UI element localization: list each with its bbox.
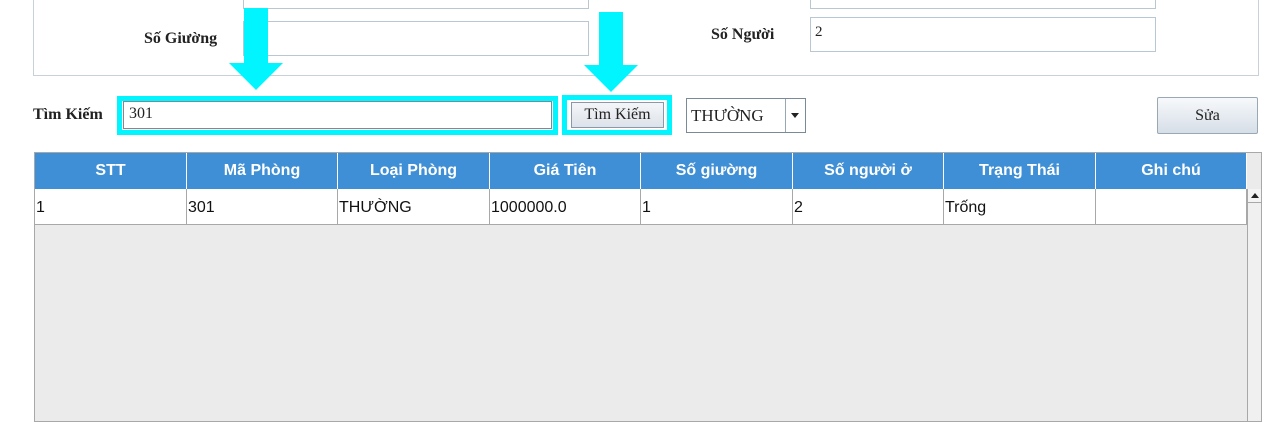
column-header-so-nguoi-o[interactable]: Số người ở bbox=[793, 153, 944, 189]
dropdown-arrow-icon[interactable] bbox=[785, 99, 805, 132]
room-type-select[interactable]: THƯỜNG bbox=[686, 98, 806, 133]
column-header-ghi-chu[interactable]: Ghi chú bbox=[1096, 153, 1247, 189]
arrow-down-icon bbox=[584, 12, 638, 92]
column-header-gia-tien[interactable]: Giá Tiên bbox=[490, 153, 641, 189]
arrow-down-icon bbox=[229, 8, 283, 90]
table-cell[interactable]: 1000000.0 bbox=[490, 189, 641, 224]
top-left-field[interactable] bbox=[243, 0, 589, 9]
scroll-up-icon[interactable] bbox=[1248, 189, 1261, 203]
table-row[interactable]: 1 301 THƯỜNG 1000000.0 1 2 Trống bbox=[35, 189, 1247, 225]
column-header-so-giuong[interactable]: Số giường bbox=[641, 153, 793, 189]
so-giuong-label: Số Giường bbox=[144, 30, 218, 47]
table-cell[interactable] bbox=[1096, 189, 1247, 224]
top-right-field[interactable] bbox=[810, 0, 1156, 9]
column-header-stt[interactable]: STT bbox=[35, 153, 187, 189]
edit-button[interactable]: Sửa bbox=[1157, 97, 1258, 134]
room-type-selected: THƯỜNG bbox=[691, 106, 764, 125]
table-cell[interactable]: THƯỜNG bbox=[338, 189, 490, 224]
column-header-trang-thai[interactable]: Trạng Thái bbox=[944, 153, 1096, 189]
table-cell[interactable]: 2 bbox=[793, 189, 944, 224]
table-cell[interactable]: 301 bbox=[187, 189, 338, 224]
search-input[interactable]: 301 bbox=[123, 101, 552, 129]
vertical-scrollbar[interactable] bbox=[1247, 189, 1261, 421]
search-label: Tìm Kiếm bbox=[33, 106, 103, 123]
so-giuong-field[interactable] bbox=[243, 21, 589, 56]
column-header-ma-phong[interactable]: Mã Phòng bbox=[187, 153, 338, 189]
table-header: STT Mã Phòng Loại Phòng Giá Tiên Số giườ… bbox=[35, 153, 1247, 189]
table-cell[interactable]: Trống bbox=[944, 189, 1096, 224]
so-nguoi-label: Số Người bbox=[711, 26, 775, 43]
column-header-loai-phong[interactable]: Loại Phòng bbox=[338, 153, 490, 189]
table-cell[interactable]: 1 bbox=[641, 189, 793, 224]
table-cell[interactable]: 1 bbox=[35, 189, 187, 224]
room-table: STT Mã Phòng Loại Phòng Giá Tiên Số giườ… bbox=[34, 152, 1262, 422]
search-button[interactable]: Tìm Kiếm bbox=[571, 102, 664, 128]
so-nguoi-field[interactable]: 2 bbox=[810, 17, 1156, 52]
